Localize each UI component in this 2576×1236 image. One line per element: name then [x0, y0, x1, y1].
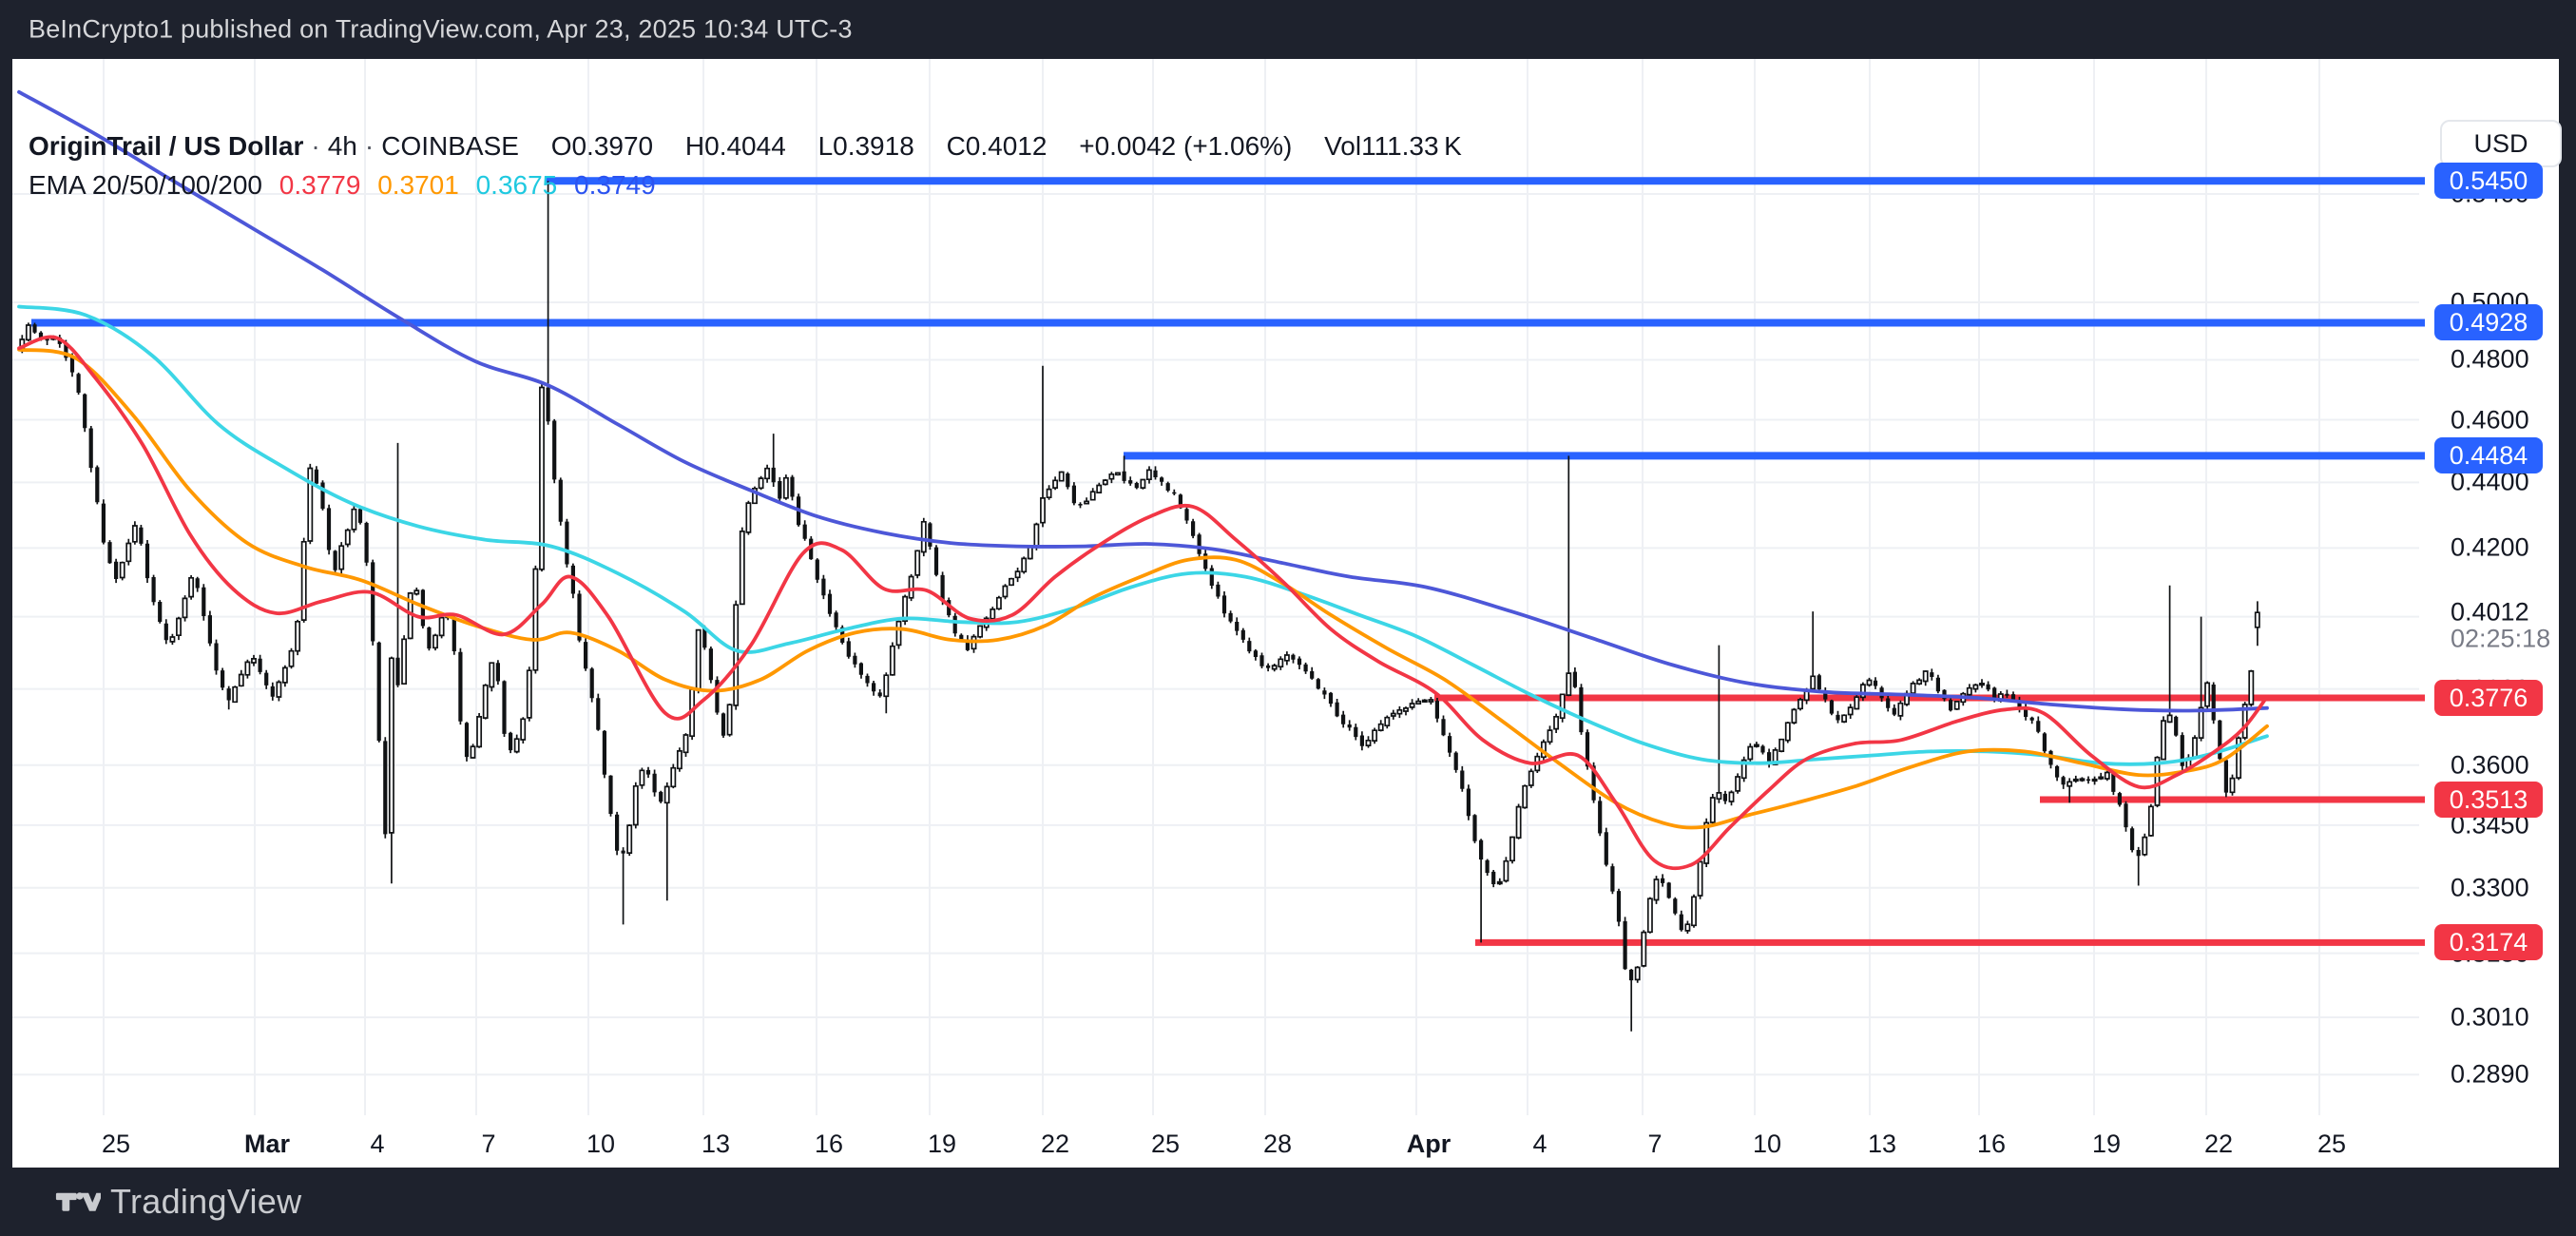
last-price-label: 0.4012 — [2451, 598, 2529, 628]
currency-toggle-button[interactable]: USD — [2440, 120, 2562, 167]
time-axis-label: 28 — [1235, 1130, 1320, 1159]
time-axis-label: 25 — [73, 1130, 159, 1159]
ema20-value: 0.3779 — [279, 170, 361, 200]
volume-value: Vol111.33 K — [1324, 131, 1462, 161]
publish-attribution-text: BeInCrypto1 published on TradingView.com… — [29, 15, 853, 45]
price-axis-label: 0.3300 — [2451, 873, 2576, 902]
time-axis-label: 13 — [673, 1130, 759, 1159]
time-axis-label: 19 — [899, 1130, 985, 1159]
time-axis-label: 10 — [1724, 1130, 1810, 1159]
time-axis-label: 25 — [1123, 1130, 1208, 1159]
separator: · — [357, 131, 381, 161]
screenshot-stage: BeInCrypto1 published on TradingView.com… — [0, 0, 2576, 1236]
currency-label: USD — [2473, 129, 2528, 158]
ohlc-close: C0.4012 — [947, 131, 1048, 161]
ema-50-line — [19, 350, 2267, 828]
ohlc-open: O0.3970 — [551, 131, 653, 161]
tradingview-logo-icon[interactable] — [55, 1181, 101, 1223]
time-axis-label: 22 — [2176, 1130, 2261, 1159]
price-level-badge: 0.3513 — [2434, 782, 2543, 818]
time-axis-label: 7 — [1612, 1130, 1698, 1159]
candles-up — [20, 325, 2259, 979]
price-change: +0.0042 (+1.06%) — [1079, 131, 1292, 161]
time-axis-label: 25 — [2289, 1130, 2374, 1159]
price-axis-label: 0.4200 — [2451, 533, 2576, 563]
time-axis-label: 16 — [786, 1130, 872, 1159]
tradingview-brand-text[interactable]: TradingView — [110, 1182, 301, 1222]
price-axis-label: 0.2890 — [2451, 1060, 2576, 1090]
time-axis-label: Apr — [1386, 1130, 1471, 1159]
time-axis-label: 19 — [2064, 1130, 2149, 1159]
ema-legend-row: EMA 20/50/100/200 0.3779 0.3701 0.3675 0… — [29, 170, 665, 201]
bar-countdown-label: 02:25:18 — [2451, 625, 2550, 654]
price-level-badge: 0.3776 — [2434, 680, 2543, 716]
candles-down — [32, 324, 2228, 980]
chart-card: OriginTrail / US Dollar·4h·COINBASE O0.3… — [12, 59, 2559, 1168]
ema200-value: 0.3749 — [574, 170, 656, 200]
price-axis-label: 0.4600 — [2451, 405, 2576, 435]
price-level-badge: 0.3174 — [2434, 924, 2543, 960]
ohlc-low: L0.3918 — [818, 131, 914, 161]
publish-header-bar: BeInCrypto1 published on TradingView.com… — [0, 0, 2576, 59]
price-axis-label: 0.3010 — [2451, 1003, 2576, 1033]
ohlc-high: H0.4044 — [685, 131, 786, 161]
time-axis-label: 22 — [1012, 1130, 1098, 1159]
time-axis-label: 7 — [446, 1130, 531, 1159]
price-axis-label: 0.4800 — [2451, 345, 2576, 375]
separator: · — [303, 131, 327, 161]
footer-bar: TradingView — [0, 1168, 2576, 1236]
price-level-badge: 0.5450 — [2434, 163, 2543, 199]
time-axis-label: 13 — [1839, 1130, 1925, 1159]
ema-20-line — [19, 337, 2267, 868]
symbol-name[interactable]: OriginTrail / US Dollar — [29, 131, 303, 161]
chart-pane[interactable] — [12, 59, 2559, 1168]
interval-label[interactable]: 4h — [328, 131, 357, 161]
ema50-value: 0.3701 — [377, 170, 459, 200]
ema100-value: 0.3675 — [476, 170, 558, 200]
time-axis-label: 4 — [1497, 1130, 1583, 1159]
ema-legend-title[interactable]: EMA 20/50/100/200 — [29, 170, 262, 200]
price-level-badge: 0.4484 — [2434, 437, 2543, 473]
exchange-label: COINBASE — [381, 131, 519, 161]
time-axis-label: 4 — [335, 1130, 420, 1159]
price-axis-label: 0.3600 — [2451, 750, 2576, 780]
price-level-badge: 0.4928 — [2434, 304, 2543, 340]
chart-title-row: OriginTrail / US Dollar·4h·COINBASE O0.3… — [29, 131, 1462, 162]
candle-wicks — [22, 181, 2258, 1032]
time-axis-label: Mar — [224, 1130, 310, 1159]
time-axis-label: 16 — [1949, 1130, 2034, 1159]
time-axis-label: 10 — [558, 1130, 644, 1159]
